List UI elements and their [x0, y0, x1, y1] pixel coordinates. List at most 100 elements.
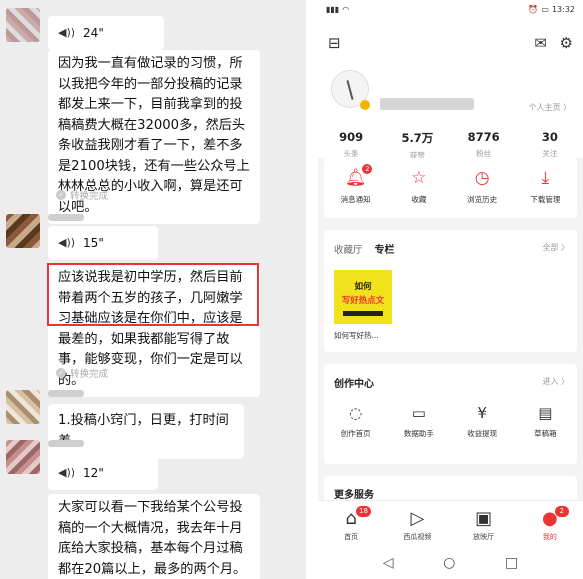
stat-value: 30	[541, 130, 558, 144]
back-icon[interactable]: ◁	[383, 555, 394, 571]
course-cover[interactable]: 如何 写好热点文	[334, 270, 392, 324]
nav-label: 西瓜视频	[403, 533, 432, 541]
stat-value: 909	[339, 130, 364, 144]
alarm-icon: ⏰	[528, 4, 539, 14]
home-circle-icon[interactable]: ○	[443, 555, 455, 571]
voice-duration: 15"	[83, 235, 104, 250]
tab-column[interactable]: 专栏	[375, 241, 395, 256]
clock-icon: ◷	[474, 168, 490, 188]
enter-link[interactable]: 进入 〉	[542, 376, 569, 387]
nav-xigua-video[interactable]: ▷ 西瓜视频	[384, 501, 450, 546]
tool-label: 收益提现	[467, 429, 498, 438]
withdraw-button[interactable]: ¥ 收益提现	[451, 404, 514, 439]
signal-icon: ▮▮▮	[326, 4, 340, 14]
view-all-link[interactable]: 全部 〉	[542, 242, 569, 253]
draft-icon: ▤	[538, 404, 553, 422]
chat-panel: ◀)) 24" 因为我一直有做记录的习惯，所以我把今年的一部分投稿的记录都发上来一…	[0, 0, 306, 579]
stats-row: 909 头条 5.7万 获赞 8776 粉丝 30 关注	[318, 130, 583, 161]
course-section: 收藏厅 专栏 全部 〉 如何 写好热点文 如何写好热...	[324, 230, 577, 352]
drafts-button[interactable]: ▤ 草稿箱	[514, 404, 577, 439]
favorites-button[interactable]: ☆ 收藏	[387, 158, 450, 218]
section-title: 创作中心	[334, 379, 374, 390]
sender-name	[48, 440, 84, 447]
nav-label: 放映厅	[473, 533, 495, 541]
convert-label: 转换完成	[70, 369, 109, 380]
nav-screening-hall[interactable]: ▣ 放映厅	[451, 501, 517, 546]
message-text[interactable]: 大家可以看一下我给某个公号投稿的一个大概情况，我去年十月底给大家投稿，基本每个月…	[48, 494, 260, 579]
star-icon: ☆	[411, 168, 427, 188]
stat-item[interactable]: 909 头条	[318, 130, 384, 161]
bottom-nav: ⌂ 首页 18 ▷ 西瓜视频 ▣ 放映厅 ● 我的 2	[318, 500, 583, 546]
avatar[interactable]	[6, 8, 40, 42]
nav-mine[interactable]: ● 我的 2	[517, 501, 583, 546]
profile-card: ⊟ ✉ ⚙ 个人主页 〉 909 头条 5.7万 获赞 8776 粉丝 30 关注	[318, 18, 583, 161]
voice-duration: 12"	[83, 465, 104, 480]
stat-value: 8776	[467, 130, 500, 144]
convert-status: ✓ 转换完成	[56, 366, 108, 380]
avatar[interactable]	[6, 214, 40, 248]
chart-icon: ▭	[411, 404, 426, 422]
verified-badge	[360, 100, 370, 110]
message-text-content: 大家可以看一下我给某个公号投稿的一个大概情况，我去年十月底给大家投稿，基本每个月…	[58, 500, 247, 577]
tool-label: 创作首页	[340, 429, 371, 438]
nav-label: 首页	[344, 533, 359, 541]
data-assistant-button[interactable]: ▭ 数据助手	[387, 404, 450, 439]
status-time: 13:32	[551, 4, 575, 14]
yen-icon: ¥	[477, 404, 487, 422]
convert-label: 转换完成	[70, 191, 109, 202]
stat-item[interactable]: 8776 粉丝	[451, 130, 517, 161]
voice-duration: 24"	[83, 25, 104, 40]
nav-badge: 18	[356, 506, 371, 517]
voice-icon: ◀))	[58, 465, 76, 479]
tool-label: 草稿箱	[534, 429, 557, 438]
avatar[interactable]	[6, 440, 40, 474]
tab-collection-hall[interactable]: 收藏厅	[334, 242, 363, 256]
download-icon: ⤓	[541, 168, 550, 188]
avatar[interactable]	[6, 390, 40, 424]
downloads-button[interactable]: ⤓ 下载管理	[514, 158, 577, 218]
message-text[interactable]: 1.投稿小窍门，日更，打时间差	[48, 404, 244, 459]
notification-badge: 2	[362, 164, 373, 174]
homepage-link[interactable]: 个人主页 〉	[528, 102, 571, 113]
gear-icon[interactable]: ⚙	[560, 34, 573, 52]
course-caption[interactable]: 如何写好热...	[334, 330, 379, 341]
creator-home-button[interactable]: ◌ 创作首页	[324, 404, 387, 439]
stat-item[interactable]: 30 关注	[517, 130, 583, 161]
mail-icon[interactable]: ✉	[534, 34, 547, 52]
sender-name	[48, 390, 84, 397]
stat-item[interactable]: 5.7万 获赞	[384, 130, 450, 161]
tool-label: 数据助手	[403, 429, 434, 438]
bell-icon: 🔔︎ 2	[345, 164, 373, 188]
message-text-content: 1.投稿小窍门，日更，打时间差	[58, 413, 229, 449]
history-button[interactable]: ◷ 浏览历史	[451, 158, 514, 218]
profile-icon: ●	[542, 508, 558, 529]
cover-bar	[343, 311, 383, 316]
quick-action-label: 消息通知	[340, 195, 371, 204]
home-icon: ⌂	[345, 508, 357, 529]
quick-action-label: 收藏	[411, 195, 427, 204]
nav-badge: 2	[554, 506, 569, 517]
voice-message[interactable]: ◀)) 12"	[48, 456, 158, 490]
voice-message[interactable]: ◀)) 24"	[48, 16, 164, 50]
voice-message[interactable]: ◀)) 15"	[48, 226, 158, 260]
divider	[306, 0, 318, 579]
cover-title-1: 如何	[354, 282, 372, 292]
nav-label: 我的	[542, 533, 557, 541]
recents-icon[interactable]: □	[505, 555, 518, 571]
quick-action-label: 浏览历史	[467, 195, 498, 204]
nav-home[interactable]: ⌂ 首页 18	[318, 501, 384, 546]
bulb-icon: ◌	[349, 404, 363, 422]
quick-action-label: 下载管理	[530, 195, 561, 204]
video-icon: ▣	[475, 508, 493, 529]
check-icon: ✓	[56, 190, 66, 200]
voice-icon: ◀))	[58, 25, 76, 39]
phone-screen: ▮▮▮ ◠ ⏰ ▭ 13:32 ⊟ ✉ ⚙ 个人主页 〉 909 头条 5.7万 获赞 8…	[318, 0, 583, 579]
menu-icon[interactable]: ⊟	[328, 34, 341, 52]
stat-value: 5.7万	[401, 131, 434, 145]
notifications-button[interactable]: 🔔︎ 2 消息通知	[324, 158, 387, 218]
creator-center: 创作中心 进入 〉 ◌ 创作首页 ▭ 数据助手 ¥ 收益提现 ▤ 草稿箱	[324, 364, 577, 464]
play-icon: ▷	[410, 508, 425, 529]
wifi-icon: ◠	[342, 4, 350, 14]
username	[380, 98, 474, 110]
cover-title-2: 写好热点文	[341, 296, 385, 306]
